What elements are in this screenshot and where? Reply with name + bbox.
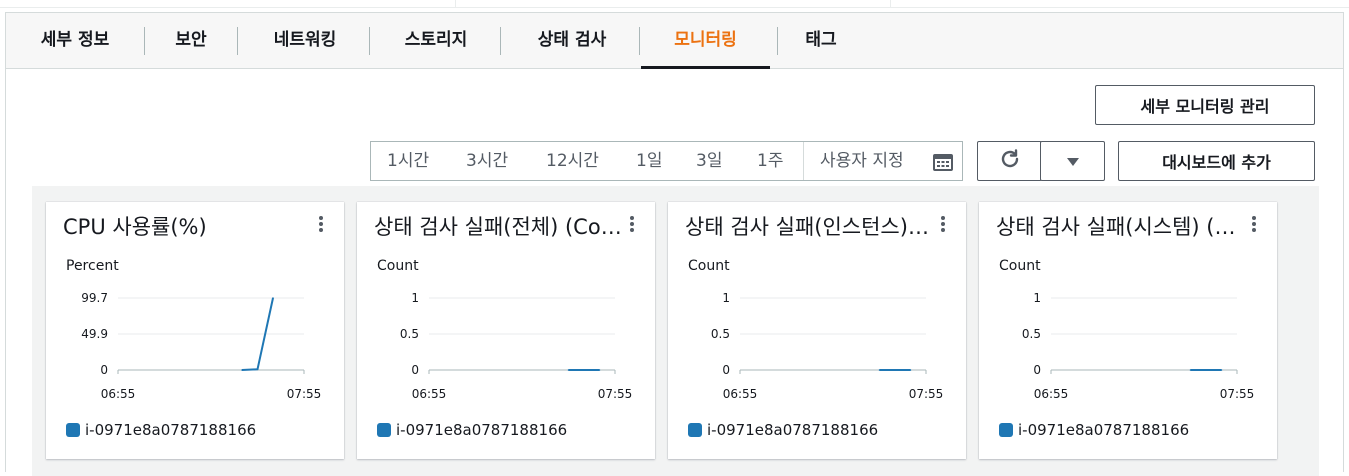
data-point: [256, 368, 259, 371]
metric-card-status-check-instance: 상태 검사 실패(인스턴스) (Count) Count 1 0.5 0 06:55 0…: [668, 202, 966, 459]
more-options-icon[interactable]: [1247, 214, 1261, 236]
tab-divider: [777, 27, 778, 55]
card-title: 상태 검사 실패(시스템) (Count): [996, 215, 1246, 239]
legend: i-0971e8a0787188166: [377, 420, 567, 440]
data-point: [598, 369, 601, 371]
range-3h[interactable]: 3시간: [466, 142, 508, 180]
x-tick-label: 06:55: [723, 387, 758, 401]
unit-label: Percent: [66, 258, 119, 274]
metric-card-cpu: CPU 사용률(%) Percent 99.7 49.9 0 06:55 07:55 i…: [46, 202, 344, 459]
legend-label: i-0971e8a0787188166: [396, 421, 568, 439]
y-tick-label: 0.5: [711, 327, 730, 341]
unit-label: Count: [688, 258, 730, 274]
legend-swatch: [377, 423, 391, 437]
calendar-icon[interactable]: [933, 153, 953, 171]
range-12h[interactable]: 12시간: [546, 142, 599, 180]
legend: i-0971e8a0787188166: [66, 420, 256, 440]
data-point: [878, 369, 881, 371]
tab-divider: [144, 27, 145, 55]
refresh-options-dropdown[interactable]: [1040, 141, 1105, 181]
status-system-chart: 1 0.5 0 06:55 07:55: [1022, 291, 1255, 401]
tab-monitoring[interactable]: 모니터링: [641, 13, 770, 69]
x-tick-label: 07:55: [1220, 387, 1255, 401]
legend-label: i-0971e8a0787188166: [85, 421, 257, 439]
range-1w[interactable]: 1주: [757, 142, 783, 180]
y-tick-label: 0: [411, 363, 419, 377]
legend: i-0971e8a0787188166: [688, 420, 878, 440]
tab-bar: 세부 정보 보안 네트워킹 스토리지 상태 검사 모니터링 태그: [6, 13, 1343, 69]
x-tick-label: 06:55: [101, 387, 136, 401]
unit-label: Count: [377, 258, 419, 274]
range-3d[interactable]: 3일: [696, 142, 722, 180]
caret-down-icon: [1066, 152, 1080, 171]
status-total-chart: 1 0.5 0 06:55 07:55: [400, 291, 633, 401]
divider: [803, 142, 804, 180]
more-options-icon[interactable]: [625, 214, 639, 236]
data-point: [1189, 369, 1192, 371]
x-tick-label: 07:55: [598, 387, 633, 401]
range-1h[interactable]: 1시간: [387, 142, 429, 180]
y-tick-label: 0.5: [400, 327, 419, 341]
cpu-chart: 99.7 49.9 0 06:55 07:55: [81, 291, 322, 401]
data-point: [241, 369, 243, 371]
legend-swatch: [688, 423, 702, 437]
x-tick-label: 07:55: [287, 387, 322, 401]
range-1d[interactable]: 1일: [636, 142, 662, 180]
refresh-icon: [999, 148, 1021, 174]
divider: [890, 0, 891, 8]
data-point: [909, 369, 912, 371]
x-tick-label: 06:55: [1034, 387, 1069, 401]
unit-label: Count: [999, 258, 1041, 274]
legend: i-0971e8a0787188166: [999, 420, 1189, 440]
top-strip: [0, 0, 1349, 8]
data-point: [272, 297, 274, 299]
tab-networking[interactable]: 네트워킹: [260, 13, 350, 69]
y-tick-label: 1: [411, 291, 419, 305]
y-tick-label: 0.5: [1022, 327, 1041, 341]
more-options-icon[interactable]: [936, 214, 950, 236]
data-point: [567, 369, 570, 371]
tab-status-checks[interactable]: 상태 검사: [522, 13, 622, 69]
manage-detailed-monitoring-button[interactable]: 세부 모니터링 관리: [1095, 85, 1315, 125]
tab-details[interactable]: 세부 정보: [28, 13, 122, 69]
y-tick-label: 1: [722, 291, 730, 305]
status-instance-chart: 1 0.5 0 06:55 07:55: [711, 291, 944, 401]
card-title: CPU 사용률(%): [63, 215, 207, 239]
y-tick-label: 0: [722, 363, 730, 377]
y-tick-label: 0: [1033, 363, 1041, 377]
tab-storage[interactable]: 스토리지: [391, 13, 481, 69]
y-tick-label: 1: [1033, 291, 1041, 305]
more-options-icon[interactable]: [314, 214, 328, 236]
x-tick-label: 07:55: [909, 387, 944, 401]
tab-divider: [500, 27, 501, 55]
legend-swatch: [999, 423, 1013, 437]
legend-label: i-0971e8a0787188166: [1018, 421, 1190, 439]
refresh-button[interactable]: [977, 141, 1042, 181]
y-tick-label: 99.7: [81, 291, 108, 305]
x-tick-label: 06:55: [412, 387, 447, 401]
metric-card-status-check-system: 상태 검사 실패(시스템) (Count) Count 1 0.5 0 06:55 07…: [979, 202, 1277, 459]
tab-divider: [237, 27, 238, 55]
y-tick-label: 49.9: [81, 327, 108, 341]
metrics-grid: CPU 사용률(%) Percent 99.7 49.9 0 06:55 07:55 i…: [32, 186, 1319, 476]
card-title: 상태 검사 실패(인스턴스) (Count): [685, 215, 935, 239]
metric-card-status-check-total: 상태 검사 실패(전체) (Count) Count 1 0.5 0 06:55 07:…: [357, 202, 655, 459]
data-point: [1220, 369, 1223, 371]
legend-label: i-0971e8a0787188166: [707, 421, 879, 439]
tab-security[interactable]: 보안: [166, 13, 216, 69]
time-range-selector: 1시간 3시간 12시간 1일 3일 1주 사용자 지정: [370, 141, 963, 181]
legend-swatch: [66, 423, 80, 437]
card-title: 상태 검사 실패(전체) (Count): [374, 215, 624, 239]
tab-divider: [639, 27, 640, 55]
tab-divider: [369, 27, 370, 55]
range-custom[interactable]: 사용자 지정: [820, 142, 904, 180]
y-tick-label: 0: [100, 363, 108, 377]
divider: [455, 0, 456, 8]
tab-tags[interactable]: 태그: [796, 13, 846, 69]
add-to-dashboard-button[interactable]: 대시보드에 추가: [1118, 141, 1315, 181]
